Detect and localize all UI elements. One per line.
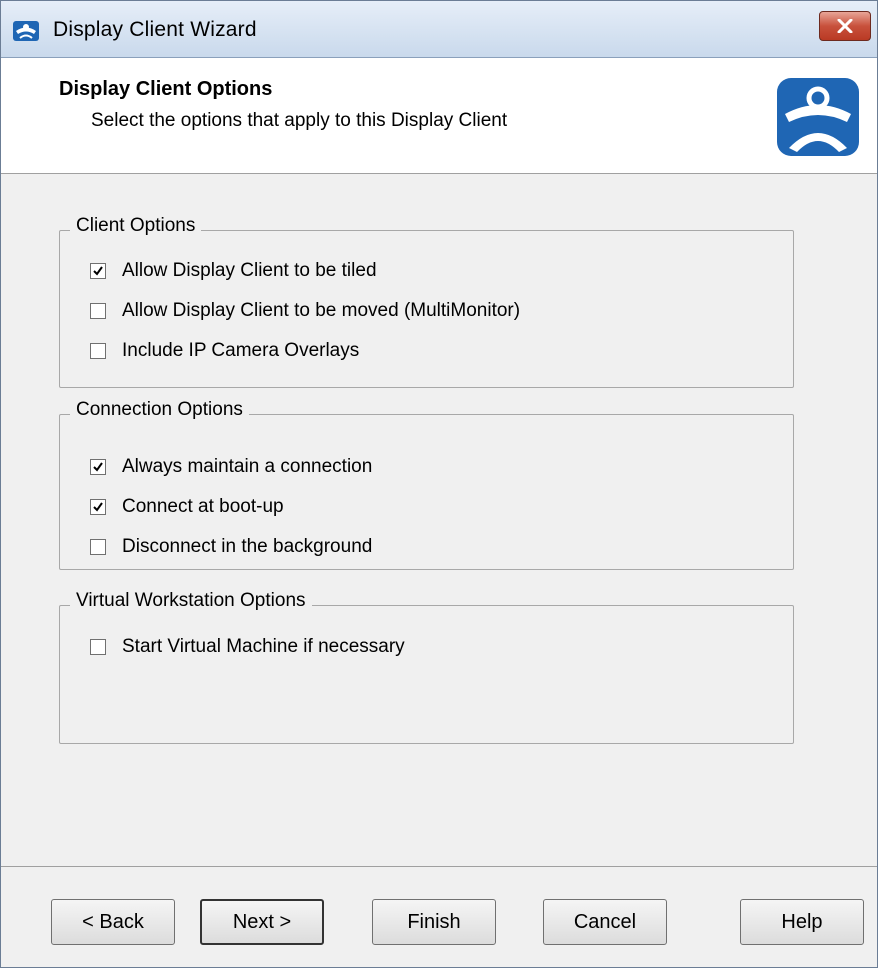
checkbox-ip-camera-overlays[interactable]: [90, 343, 106, 359]
thinmanager-logo: [777, 78, 859, 156]
virtual-workstation-legend: Virtual Workstation Options: [70, 590, 312, 612]
label-start-vm: Start Virtual Machine if necessary: [122, 636, 405, 657]
close-icon: [837, 19, 853, 33]
page-title: Display Client Options: [59, 78, 273, 100]
label-disconnect-background: Disconnect in the background: [122, 536, 373, 557]
wizard-header: Display Client Options Select the option…: [1, 58, 877, 174]
label-ip-camera-overlays: Include IP Camera Overlays: [122, 340, 360, 361]
window-title: Display Client Wizard: [53, 18, 257, 41]
checkbox-allow-tiled[interactable]: [90, 263, 106, 279]
option-ip-camera-overlays[interactable]: Include IP Camera Overlays: [90, 338, 359, 364]
checkbox-connect-boot[interactable]: [90, 499, 106, 515]
client-options-legend: Client Options: [70, 215, 202, 237]
checkbox-start-vm[interactable]: [90, 639, 106, 655]
checkmark-icon: [93, 462, 103, 472]
button-separator: [1, 866, 877, 867]
help-button[interactable]: Help: [740, 899, 864, 945]
label-always-maintain: Always maintain a connection: [122, 456, 373, 477]
connection-options-group: Connection Options Always maintain a con…: [59, 399, 794, 570]
label-allow-tiled: Allow Display Client to be tiled: [122, 260, 377, 281]
checkmark-icon: [93, 502, 103, 512]
client-options-group: Client Options Allow Display Client to b…: [59, 215, 794, 388]
virtual-workstation-group: Virtual Workstation Options Start Virtua…: [59, 590, 794, 744]
page-subtitle: Select the options that apply to this Di…: [91, 110, 508, 131]
back-button[interactable]: < Back: [51, 899, 175, 945]
checkbox-disconnect-background[interactable]: [90, 539, 106, 555]
option-start-vm[interactable]: Start Virtual Machine if necessary: [90, 634, 405, 660]
option-disconnect-background[interactable]: Disconnect in the background: [90, 534, 372, 560]
option-always-maintain[interactable]: Always maintain a connection: [90, 454, 372, 480]
close-button[interactable]: [819, 11, 871, 41]
next-button[interactable]: Next >: [200, 899, 324, 945]
checkmark-icon: [93, 266, 103, 276]
checkbox-allow-moved[interactable]: [90, 303, 106, 319]
checkbox-always-maintain[interactable]: [90, 459, 106, 475]
wizard-window: Display Client Wizard Display Client Opt…: [0, 0, 878, 968]
thinmanager-icon: [13, 21, 39, 41]
finish-button[interactable]: Finish: [372, 899, 496, 945]
option-allow-tiled[interactable]: Allow Display Client to be tiled: [90, 258, 377, 284]
label-connect-boot: Connect at boot-up: [122, 496, 284, 517]
cancel-button[interactable]: Cancel: [543, 899, 667, 945]
connection-options-legend: Connection Options: [70, 399, 249, 421]
option-allow-moved[interactable]: Allow Display Client to be moved (MultiM…: [90, 298, 520, 324]
title-bar[interactable]: Display Client Wizard: [1, 1, 877, 58]
option-connect-boot[interactable]: Connect at boot-up: [90, 494, 284, 520]
label-allow-moved: Allow Display Client to be moved (MultiM…: [122, 300, 521, 321]
